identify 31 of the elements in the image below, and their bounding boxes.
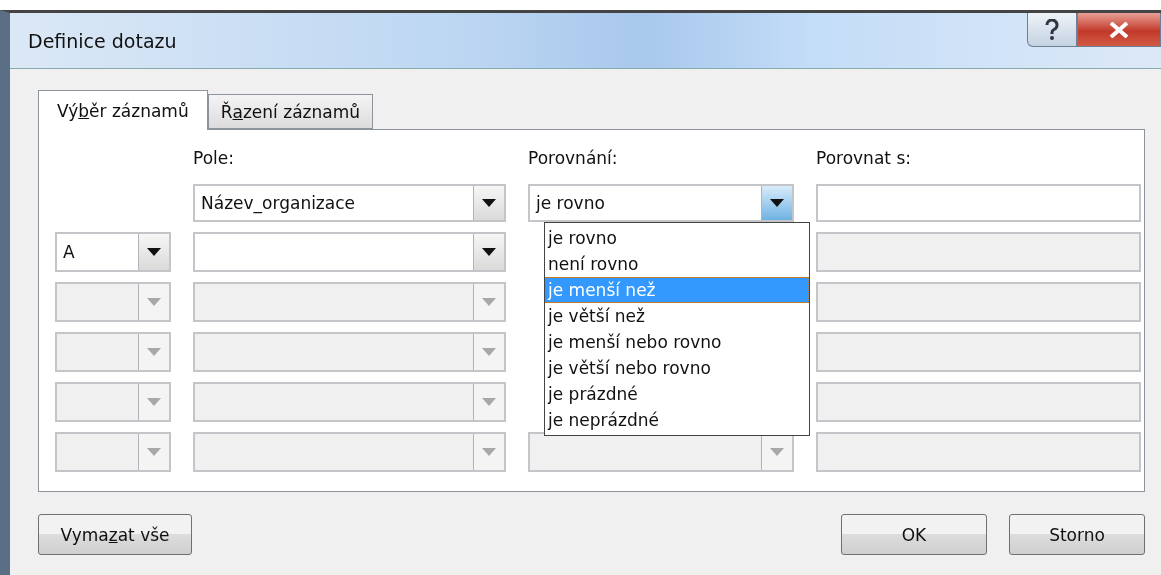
dropdown-arrow-icon: [770, 448, 784, 456]
dropdown-arrow-icon: [482, 199, 496, 207]
close-button[interactable]: [1077, 13, 1161, 47]
comparison-dropdown[interactable]: je rovno: [528, 184, 794, 222]
dropdown-arrow-icon: [147, 298, 161, 306]
dropdown-arrow-icon: [147, 248, 161, 256]
dropdown-arrow-icon: [147, 348, 161, 356]
help-button[interactable]: [1027, 13, 1077, 47]
dropdown-arrow-icon: [147, 448, 161, 456]
dropdown-arrow-icon: [770, 199, 784, 207]
column-label: Porovnat s:: [816, 148, 912, 168]
dropdown-arrow-icon: [482, 298, 496, 306]
tab[interactable]: Výběr záznamů: [38, 90, 208, 130]
dropdown-arrow-icon: [482, 398, 496, 406]
close-icon: [1109, 21, 1129, 38]
dropdown-arrow-icon: [482, 348, 496, 356]
dropdown-arrow-icon: [482, 448, 496, 456]
dropdown-arrow-icon: [482, 248, 496, 256]
column-label: Porovnání:: [528, 148, 619, 168]
question-mark-icon: [1045, 18, 1059, 41]
cancel-button[interactable]: Storno: [1009, 514, 1145, 555]
field-dropdown[interactable]: Název_organizace: [193, 184, 506, 222]
clear-all-button[interactable]: Vymazat vše: [38, 514, 192, 555]
dropdown-arrow-icon: [147, 398, 161, 406]
tab[interactable]: Řazení záznamů: [207, 94, 373, 129]
connector-dropdown[interactable]: A: [55, 232, 171, 272]
column-label: Pole:: [193, 148, 235, 168]
compare-value-field[interactable]: [816, 184, 1141, 222]
window-title: Definice dotazu: [28, 29, 177, 52]
ok-button[interactable]: OK: [841, 514, 987, 555]
field-dropdown[interactable]: [193, 232, 506, 272]
